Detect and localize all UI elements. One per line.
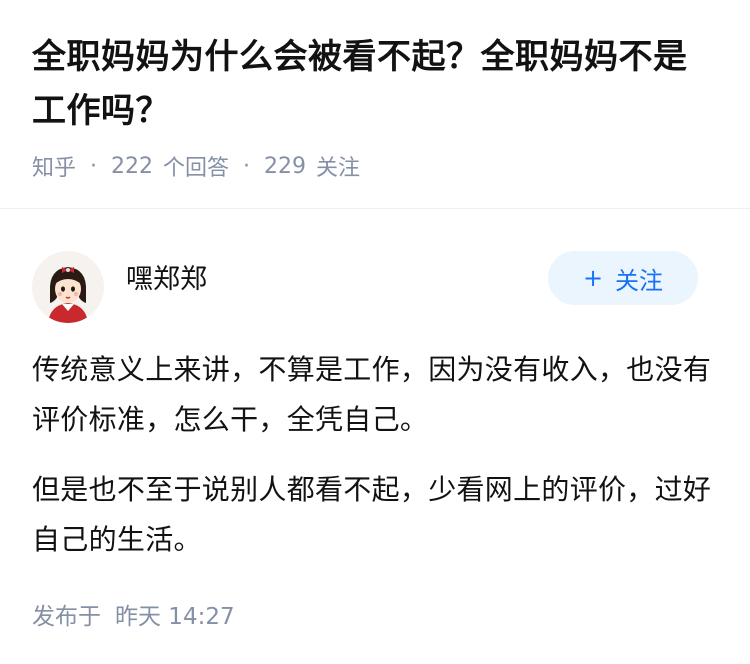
- follow-button-label: 关注: [615, 266, 664, 295]
- answer-count-label: 个回答: [163, 156, 230, 181]
- follower-count: 229: [264, 153, 307, 179]
- question-header: 全职妈妈为什么会被看不起？全职妈妈不是工作吗？ 知乎 · 222 个回答 · 2…: [0, 0, 750, 186]
- cartoon-girl-avatar-icon: [32, 251, 104, 323]
- source-label[interactable]: 知乎: [32, 150, 76, 182]
- answer-page: 全职妈妈为什么会被看不起？全职妈妈不是工作吗？ 知乎 · 222 个回答 · 2…: [0, 0, 750, 664]
- answer-count: 222: [111, 153, 154, 179]
- publish-label: 发布于: [32, 604, 101, 630]
- plus-icon: +: [582, 264, 604, 292]
- question-title[interactable]: 全职妈妈为什么会被看不起？全职妈妈不是工作吗？: [32, 30, 718, 138]
- follow-button[interactable]: + 关注: [548, 251, 698, 305]
- author-row: 嘿郑郑 + 关注: [0, 239, 750, 335]
- answer-body: 传统意义上来讲，不算是工作，因为没有收入，也没有评价标准，怎么干，全凭自己。 但…: [0, 345, 750, 565]
- meta-separator: ·: [90, 153, 98, 179]
- follower-count-label: 关注: [316, 156, 361, 181]
- header-divider: [0, 208, 750, 209]
- answer-paragraph: 传统意义上来讲，不算是工作，因为没有收入，也没有评价标准，怎么干，全凭自己。: [32, 353, 712, 436]
- meta-separator: ·: [243, 153, 251, 179]
- publish-time: 昨天 14:27: [115, 604, 235, 630]
- avatar[interactable]: [32, 251, 104, 323]
- author-name[interactable]: 嘿郑郑: [126, 257, 207, 296]
- question-meta: 知乎 · 222 个回答 · 229 关注: [32, 146, 718, 186]
- publish-info: 发布于 昨天 14:27: [0, 597, 750, 631]
- answer-paragraph: 但是也不至于说别人都看不起，少看网上的评价，过好自己的生活。: [32, 473, 712, 556]
